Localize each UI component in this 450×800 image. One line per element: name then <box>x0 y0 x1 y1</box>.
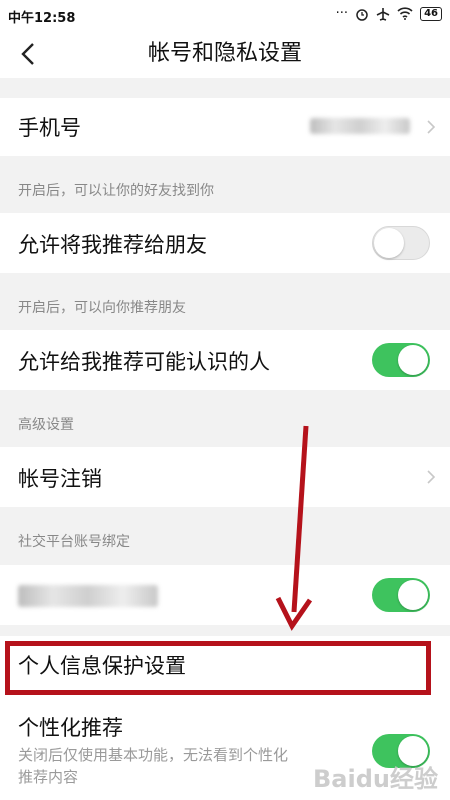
toggle-knob <box>374 228 404 258</box>
account-cancel-label: 帐号注销 <box>18 467 102 491</box>
personalized-desc-line2: 推荐内容 <box>18 768 79 786</box>
toggle-knob <box>398 345 428 375</box>
alarm-icon <box>356 8 368 21</box>
recommend-known-label: 允许给我推荐可能认识的人 <box>18 350 270 374</box>
social-binding-toggle[interactable] <box>372 578 430 612</box>
advanced-settings-header: 高级设置 <box>18 417 74 433</box>
recommend-me-row: 允许将我推荐给朋友 <box>0 213 450 273</box>
watermark-text: Baidu经验 <box>313 765 438 793</box>
nav-bar: 帐号和隐私设置 <box>0 30 450 78</box>
highlight-box <box>5 641 431 695</box>
status-time: 中午12:58 <box>8 11 76 26</box>
recommend-me-toggle[interactable] <box>372 226 430 260</box>
back-button[interactable] <box>12 38 44 70</box>
phone-label: 手机号 <box>18 116 81 140</box>
social-binding-row <box>0 565 450 625</box>
toggle-knob <box>398 580 428 610</box>
social-account-blurred <box>18 585 158 607</box>
chevron-right-icon <box>427 470 436 484</box>
personalized-label: 个性化推荐 <box>18 716 123 740</box>
social-binding-header: 社交平台账号绑定 <box>18 534 130 550</box>
more-dots-icon: ··· <box>335 6 349 21</box>
account-cancel-row[interactable]: 帐号注销 <box>0 447 450 507</box>
hint-find-friends: 开启后，可以让你的好友找到你 <box>18 183 214 199</box>
phone-number-blurred <box>310 118 410 134</box>
status-icons: ··· 46 <box>336 6 442 21</box>
status-bar: 中午12:58 ··· 46 <box>0 0 450 30</box>
phone-row[interactable]: 手机号 <box>0 98 450 156</box>
personalized-desc-line1: 关闭后仅使用基本功能，无法看到个性化 <box>18 746 289 764</box>
chevron-right-icon <box>427 120 436 134</box>
hint-recommend-friends: 开启后，可以向你推荐朋友 <box>18 300 186 316</box>
wifi-icon <box>397 7 413 20</box>
recommend-known-toggle[interactable] <box>372 343 430 377</box>
battery-icon: 46 <box>420 6 442 21</box>
recommend-known-row: 允许给我推荐可能认识的人 <box>0 330 450 390</box>
page-title: 帐号和隐私设置 <box>147 41 302 66</box>
recommend-me-label: 允许将我推荐给朋友 <box>18 233 207 257</box>
airplane-icon <box>376 7 390 21</box>
back-arrow-icon <box>21 43 34 65</box>
